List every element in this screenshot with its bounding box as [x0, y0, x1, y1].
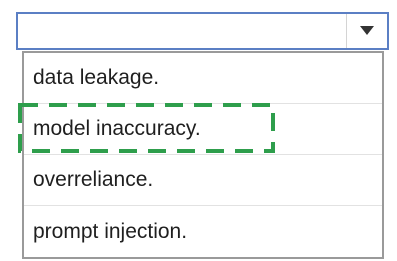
option-overreliance[interactable]: overreliance.: [24, 155, 382, 206]
dropdown-widget: data leakage. model inaccuracy. overreli…: [0, 0, 397, 261]
option-model-inaccuracy[interactable]: model inaccuracy.: [24, 104, 382, 155]
chevron-down-icon: [360, 26, 374, 35]
option-prompt-injection[interactable]: prompt injection.: [24, 206, 382, 257]
option-data-leakage[interactable]: data leakage.: [24, 53, 382, 104]
dropdown-toggle-button[interactable]: [346, 14, 387, 48]
answer-select[interactable]: [16, 12, 389, 50]
dropdown-options-list: data leakage. model inaccuracy. overreli…: [22, 51, 384, 259]
